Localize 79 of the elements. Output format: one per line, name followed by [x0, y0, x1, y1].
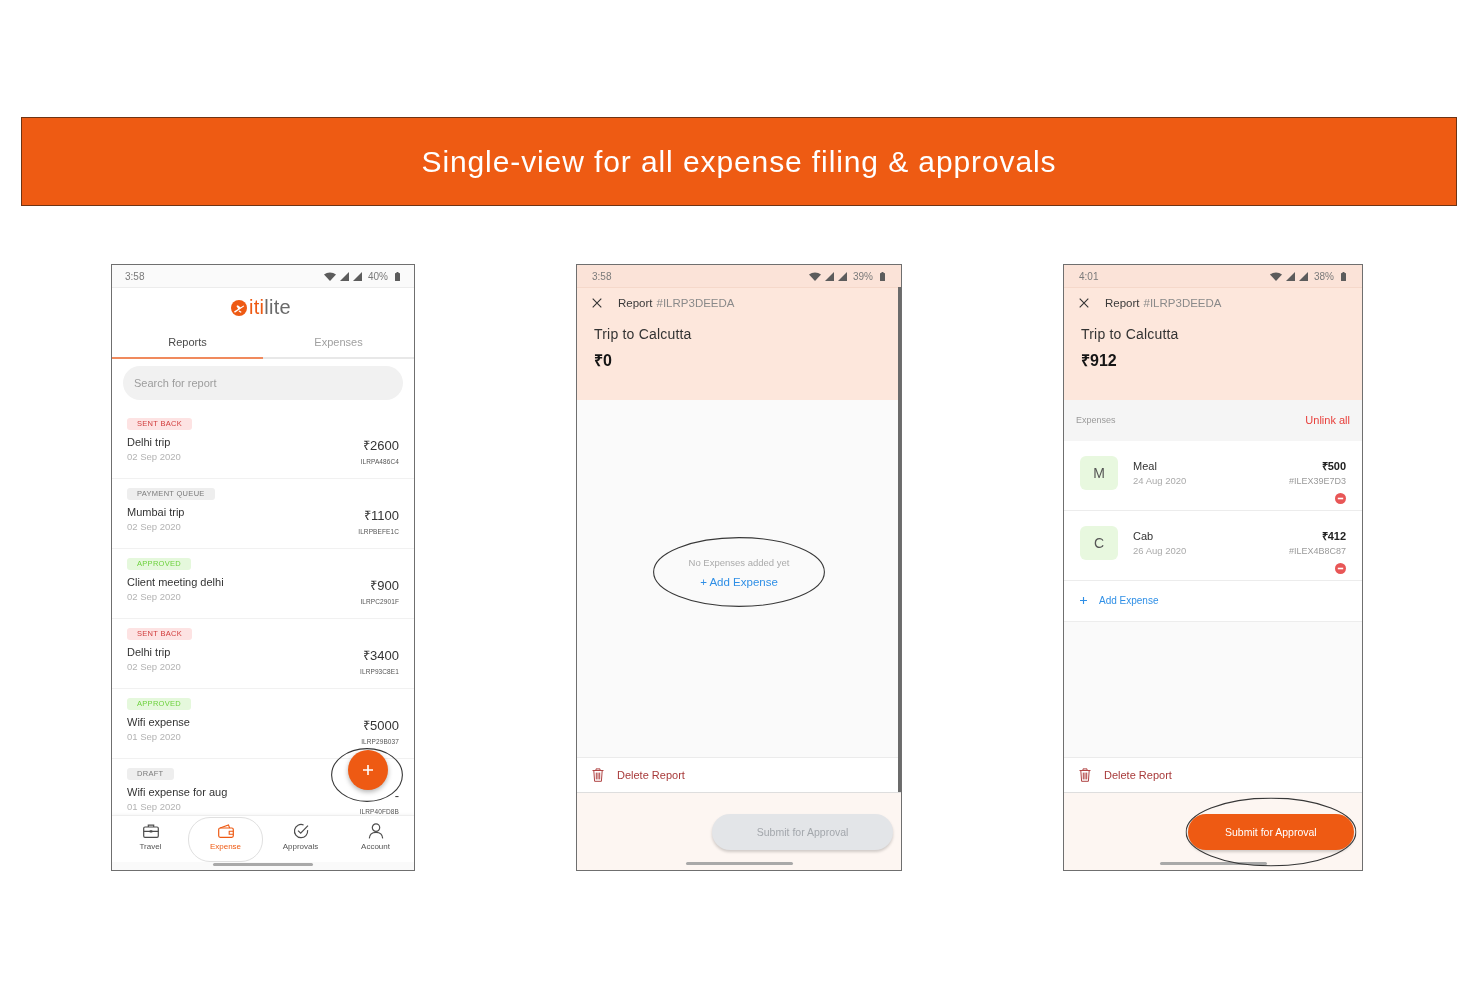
expense-id: #ILEX39E7D3 [1288, 474, 1346, 488]
plus-icon [362, 764, 373, 775]
report-title: Wifi expense for aug [127, 785, 228, 800]
plane-icon [230, 299, 247, 316]
trash-icon [592, 767, 604, 782]
expense-amount: ₹500 [1321, 458, 1346, 474]
report-title: Delhi trip [127, 645, 171, 660]
wallet-icon [217, 824, 234, 838]
expense-id: #ILEX4B8C87 [1288, 544, 1346, 558]
letter-avatar: M [1080, 455, 1118, 490]
nav-tab[interactable]: Account [338, 817, 413, 862]
nav-tab[interactable]: Travel [113, 817, 188, 862]
report-id: #ILRP3DEEDA [656, 297, 735, 309]
check-circle-icon [292, 823, 309, 839]
delete-report-button[interactable]: Delete Report [577, 756, 901, 793]
wifi-icon [324, 271, 336, 281]
report-label: Report [1105, 297, 1140, 309]
search-field[interactable]: Search for report [123, 366, 403, 400]
report-date: 02 Sep 2020 [127, 450, 181, 463]
status-time: 3:58 [592, 270, 612, 282]
briefcase-icon [142, 824, 159, 838]
expense-name: Meal [1133, 458, 1157, 474]
wifi-icon [1270, 271, 1282, 281]
report-title: Wifi expense [127, 715, 190, 730]
status-time: 3:58 [125, 270, 145, 282]
nav-tab[interactable]: Approvals [263, 817, 338, 862]
submit-button[interactable]: Submit for Approval [1187, 813, 1354, 850]
empty-message: No Expenses added yet [688, 556, 790, 568]
battery-icon [1341, 271, 1346, 281]
report-title: Trip to Calcutta [594, 325, 692, 344]
expense-date: 26 Aug 2020 [1133, 543, 1187, 558]
report-title: Delhi trip [127, 435, 171, 450]
report-title: Trip to Calcutta [1081, 325, 1179, 344]
report-amount: ₹900 [370, 578, 399, 594]
expense-amount: ₹412 [1321, 528, 1346, 544]
plus-icon [1080, 597, 1087, 604]
trash-icon [1079, 767, 1091, 782]
add-button[interactable] [347, 749, 388, 790]
battery-percent: 39% [853, 270, 873, 282]
add-expense-link[interactable]: + Add Expense [700, 575, 778, 588]
delete-report-button[interactable]: Delete Report [1064, 756, 1362, 793]
battery-icon [880, 271, 885, 281]
minus-circle-icon[interactable] [1335, 562, 1346, 574]
report-amount: - [394, 788, 399, 804]
tab[interactable]: Reports [112, 327, 263, 359]
close-icon[interactable] [592, 298, 602, 308]
wifi-icon [809, 271, 821, 281]
minus-circle-icon[interactable] [1335, 492, 1346, 504]
nav-tab[interactable]: Expense [188, 817, 263, 862]
report-amount: ₹5000 [363, 718, 399, 734]
close-icon[interactable] [1079, 298, 1089, 308]
battery-percent: 38% [1314, 270, 1334, 282]
report-total: ₹0 [594, 351, 612, 371]
report-amount: ₹2600 [363, 438, 399, 454]
letter-avatar: C [1080, 525, 1118, 560]
report-amount: ₹1100 [364, 508, 399, 524]
banner-title: Single-view for all expense filing & approvals [421, 144, 1057, 179]
expense-name: Cab [1133, 528, 1154, 544]
report-label: Report [618, 297, 653, 309]
add-expense-button[interactable]: Add Expense [1080, 595, 1159, 606]
status-time: 4:01 [1079, 270, 1099, 282]
report-date: 02 Sep 2020 [127, 660, 181, 673]
report-date: 02 Sep 2020 [127, 590, 181, 603]
report-date: 01 Sep 2020 [127, 800, 181, 813]
unlink-all-link[interactable]: Unlink all [1305, 414, 1350, 426]
report-date: 02 Sep 2020 [127, 520, 181, 533]
section-label: Expenses [1076, 415, 1116, 425]
report-id: #ILRP3DEEDA [1143, 297, 1222, 309]
logo-text: itilite [248, 296, 292, 319]
battery-icon [395, 271, 400, 281]
person-icon [367, 823, 384, 839]
report-title: Mumbai trip [127, 505, 185, 520]
battery-percent: 40% [368, 270, 388, 282]
report-total: ₹912 [1081, 351, 1117, 371]
tab[interactable]: Expenses [263, 327, 414, 359]
report-title: Client meeting delhi [127, 575, 224, 590]
report-date: 01 Sep 2020 [127, 730, 181, 743]
report-amount: ₹3400 [363, 648, 399, 664]
expense-date: 24 Aug 2020 [1133, 473, 1187, 488]
